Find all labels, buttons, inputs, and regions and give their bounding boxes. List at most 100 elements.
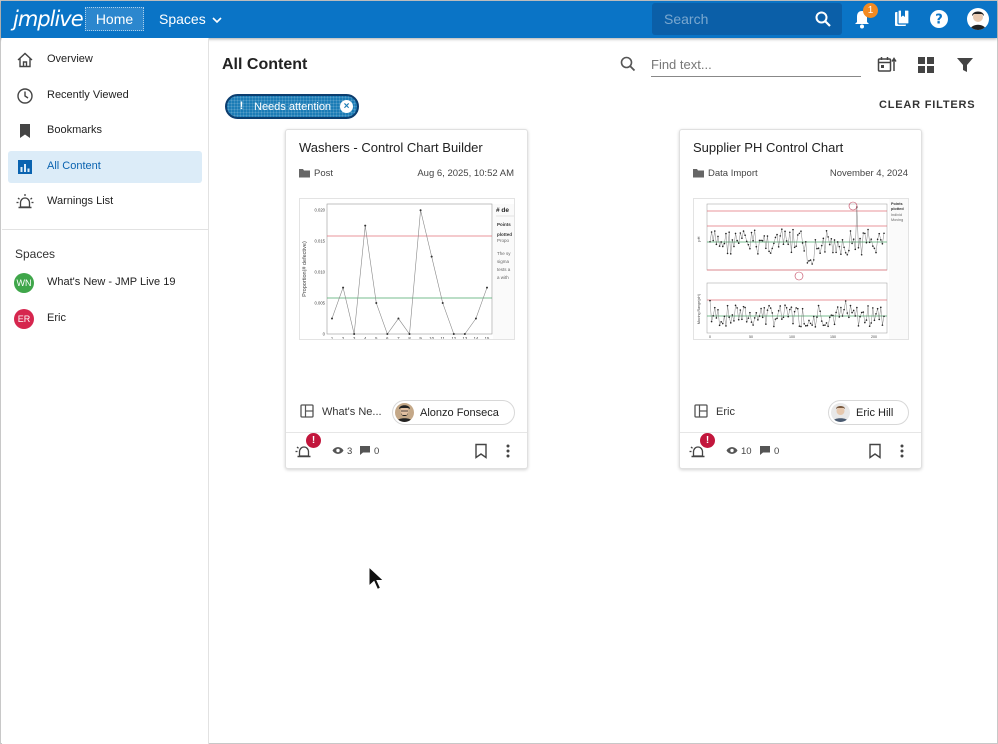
clear-filters-button[interactable]: CLEAR FILTERS — [879, 99, 975, 111]
data-point — [838, 316, 841, 318]
bookmark-icon[interactable] — [868, 443, 882, 459]
sidebar-space-whats-new[interactable]: WN What's New - JMP Live 19 — [8, 267, 202, 299]
side-text: Moving — [891, 218, 903, 222]
data-point — [757, 253, 759, 255]
data-point — [865, 241, 868, 244]
space-icon — [694, 404, 708, 418]
data-point — [747, 243, 750, 246]
data-point — [752, 324, 754, 326]
svg-text:?: ? — [935, 13, 943, 28]
data-point — [801, 242, 804, 244]
content-card[interactable]: Washers - Control Chart Builder Post Aug… — [285, 129, 528, 469]
author-name: Eric Hill — [856, 407, 894, 419]
x-tick-label: 10 — [429, 336, 434, 340]
data-point — [474, 317, 477, 320]
card-thumbnail[interactable]: Proportion(# defective) 0.020 0.015 0.010 0… — [299, 198, 515, 340]
global-search-input[interactable] — [664, 10, 804, 28]
data-point — [725, 232, 727, 235]
data-point — [852, 238, 855, 240]
data-point — [830, 314, 833, 316]
bookmark-icon — [20, 124, 30, 138]
data-point — [726, 252, 729, 255]
exclamation-icon: ! — [239, 100, 244, 112]
data-point — [765, 247, 767, 250]
jmp-live-logo[interactable]: jmplive — [13, 7, 84, 31]
data-point — [755, 245, 758, 248]
sidebar-item-overview[interactable]: Overview — [8, 44, 202, 76]
sort-by-date-icon[interactable] — [877, 55, 897, 75]
data-point — [397, 317, 400, 320]
content-card[interactable]: Supplier PH Control Chart Data Import No… — [679, 129, 922, 469]
data-point — [870, 322, 873, 324]
more-options-icon[interactable] — [505, 443, 511, 459]
sidebar-item-all-content[interactable]: All Content — [8, 151, 202, 183]
grid-view-icon[interactable] — [916, 55, 936, 75]
data-point — [771, 247, 774, 250]
data-point — [827, 325, 829, 328]
card-space-name[interactable]: What's Ne... — [322, 406, 382, 418]
control-chart-thumbnail: Proportion(# defective) 0.020 0.015 0.010 0… — [300, 199, 514, 340]
home-button[interactable]: Home — [85, 7, 144, 31]
data-point — [824, 324, 826, 326]
data-point — [881, 242, 884, 245]
data-point — [712, 315, 714, 317]
data-point — [812, 315, 815, 318]
space-label: Eric — [47, 312, 66, 324]
card-thumbnail[interactable]: pH Moving Range(pH) 0 50 100 150 200 Points … — [693, 198, 909, 340]
data-point — [777, 309, 780, 312]
x-tick-label: 100 — [789, 335, 795, 339]
sidebar-item-label: Bookmarks — [47, 124, 103, 136]
user-avatar[interactable] — [967, 8, 989, 30]
data-point — [860, 311, 863, 314]
data-point — [781, 318, 783, 320]
data-point — [741, 318, 743, 321]
data-point — [779, 235, 782, 237]
bookmarks-library-icon[interactable] — [890, 8, 912, 30]
data-point — [852, 309, 855, 312]
data-point — [742, 230, 745, 232]
avatar — [831, 403, 850, 422]
find-text-input[interactable] — [651, 53, 861, 77]
data-point — [709, 299, 711, 302]
x-tick-label: 12 — [451, 336, 456, 340]
chevron-down-icon — [212, 17, 222, 24]
card-space-name[interactable]: Eric — [716, 406, 735, 418]
sidebar-space-eric[interactable]: ER Eric — [8, 303, 202, 335]
mouse-cursor-icon — [368, 566, 385, 591]
data-point — [789, 231, 791, 234]
data-point — [849, 304, 852, 307]
data-point — [843, 308, 845, 311]
close-icon[interactable]: × — [340, 100, 353, 113]
filter-chip-needs-attention[interactable]: ! Needs attention × — [225, 94, 359, 119]
spaces-menu-button[interactable]: Spaces — [159, 11, 222, 27]
filter-icon[interactable] — [955, 55, 975, 75]
data-point — [880, 239, 882, 241]
data-point — [768, 250, 770, 253]
sidebar-item-label: Warnings List — [47, 195, 114, 207]
data-point — [835, 251, 837, 254]
data-point — [789, 308, 791, 311]
data-point — [717, 309, 719, 311]
author-chip[interactable]: Alonzo Fonseca — [392, 400, 515, 425]
views-count: 3 — [347, 446, 353, 457]
card-title[interactable]: Supplier PH Control Chart — [693, 140, 843, 155]
y-tick-label: 0.005 — [315, 301, 326, 306]
bookmark-icon[interactable] — [474, 443, 488, 459]
data-point — [843, 246, 845, 249]
data-point — [720, 321, 722, 323]
chart-ylabel-moving-range: Moving Range(pH) — [697, 294, 701, 324]
card-title[interactable]: Washers - Control Chart Builder — [299, 140, 483, 155]
data-point — [750, 321, 753, 323]
more-options-icon[interactable] — [899, 443, 905, 459]
sidebar-item-recently-viewed[interactable]: Recently Viewed — [8, 80, 202, 112]
author-chip[interactable]: Eric Hill — [828, 400, 909, 425]
card-type: Data Import — [693, 168, 758, 179]
sidebar-item-bookmarks[interactable]: Bookmarks — [8, 115, 202, 147]
data-point — [737, 318, 740, 321]
help-icon[interactable]: ? — [928, 8, 950, 30]
search-icon[interactable] — [814, 10, 832, 28]
comments-icon — [360, 446, 370, 455]
sidebar-item-warnings-list[interactable]: Warnings List — [8, 186, 202, 218]
data-point — [872, 245, 874, 247]
data-point — [800, 325, 802, 328]
